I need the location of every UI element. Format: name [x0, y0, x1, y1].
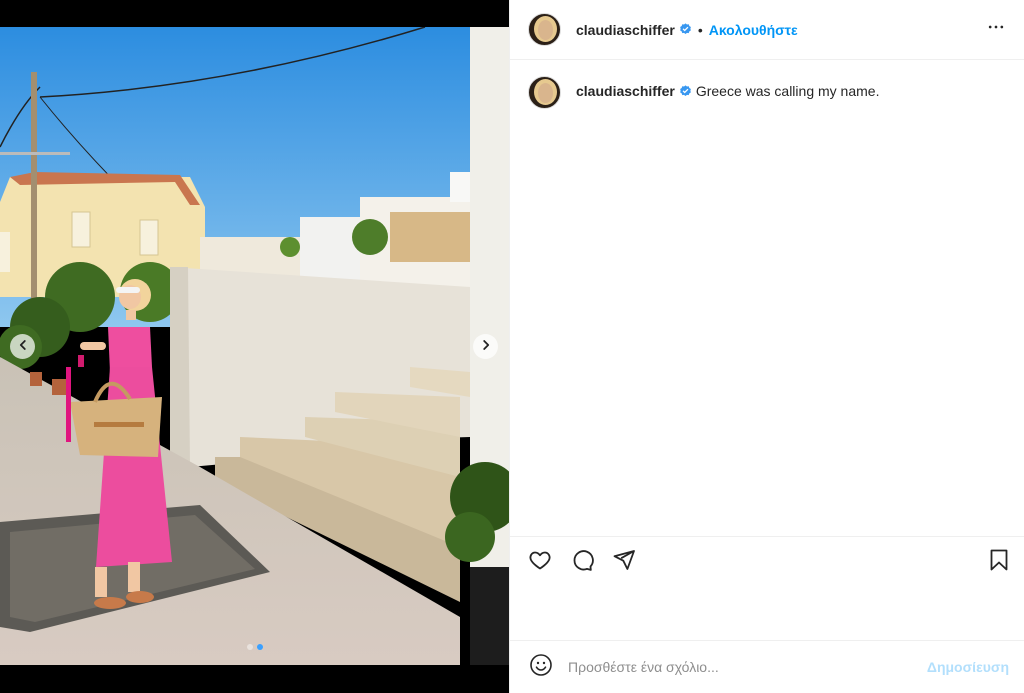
post-comment-button[interactable]: Δημοσίευση [927, 659, 1009, 675]
caption-body: Greece was calling my name. [695, 83, 880, 99]
emoji-button[interactable] [528, 653, 554, 682]
bookmark-icon [987, 548, 1011, 577]
heart-icon [528, 548, 552, 577]
more-options-icon [986, 17, 1006, 42]
share-icon [612, 548, 636, 577]
emoji-icon [529, 653, 553, 682]
post-media [0, 0, 509, 693]
carousel-dot-active [256, 644, 263, 650]
post-modal: claudiaschiffer • Ακολουθήστε claudiasch… [0, 0, 1024, 693]
caption-row: claudiaschiffer Greece was calling my nam… [528, 76, 1008, 109]
caption-avatar[interactable] [528, 76, 561, 109]
verified-badge-icon [679, 84, 692, 97]
chevron-right-icon [480, 338, 492, 356]
comment-input[interactable] [568, 659, 927, 675]
save-button[interactable] [985, 549, 1013, 577]
comment-icon [570, 548, 594, 577]
carousel-next-button[interactable] [473, 334, 498, 359]
carousel-dot [246, 644, 253, 650]
post-header: claudiaschiffer • Ακολουθήστε [510, 0, 1024, 60]
like-button[interactable] [526, 549, 554, 577]
post-photo [0, 27, 509, 665]
caption-section: claudiaschiffer Greece was calling my nam… [510, 60, 1024, 534]
separator-dot: • [697, 21, 703, 38]
action-bar [510, 536, 1024, 588]
chevron-left-icon [17, 338, 29, 356]
post-side-panel: claudiaschiffer • Ακολουθήστε claudiasch… [509, 0, 1024, 693]
author-username[interactable]: claudiaschiffer [576, 22, 675, 38]
share-button[interactable] [610, 549, 638, 577]
comment-composer: Δημοσίευση [510, 640, 1024, 693]
caption-text: claudiaschiffer Greece was calling my nam… [576, 82, 879, 100]
verified-badge-icon [679, 23, 692, 36]
follow-button[interactable]: Ακολουθήστε [709, 22, 798, 38]
carousel-indicator [0, 644, 509, 650]
comment-button[interactable] [568, 549, 596, 577]
carousel-prev-button[interactable] [10, 334, 35, 359]
more-options-button[interactable] [984, 18, 1008, 42]
caption-username[interactable]: claudiaschiffer [576, 83, 675, 99]
avatar[interactable] [528, 13, 561, 46]
